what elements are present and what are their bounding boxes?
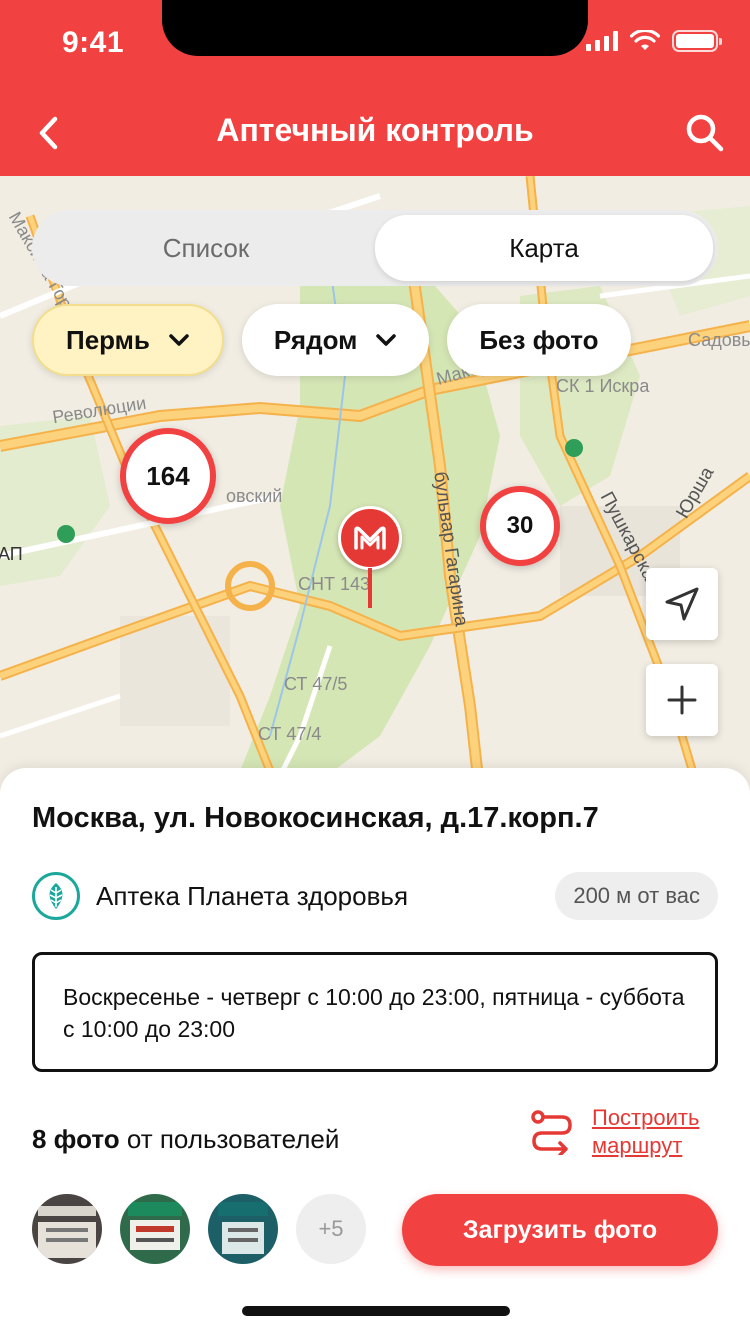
pharmacy-info-row: Аптека Планета здоровья 200 м от вас [32,870,718,922]
route-icon [531,1110,572,1155]
home-indicator [242,1306,510,1316]
zoom-in-icon [667,685,697,715]
search-icon [686,114,724,152]
map-cluster-marker[interactable]: 30 [480,486,560,566]
tab-list[interactable]: Список [37,215,375,281]
user-photos-count: 8 фото от пользователей [32,1124,339,1155]
status-time: 9:41 [62,26,125,59]
device-notch [162,0,588,56]
nearby-filter-chip[interactable]: Рядом [241,304,430,376]
selected-pharmacy-pin[interactable] [338,506,402,616]
pharmacy-logo-icon [32,872,80,920]
location-arrow-icon [665,587,699,621]
wifi-icon [630,30,660,50]
tab-map[interactable]: Карта [375,215,713,281]
no-photo-filter-chip[interactable]: Без фото [447,304,631,376]
distance-badge: 200 м от вас [555,872,718,920]
map-label-poi: СТ 47/4 [258,724,322,744]
view-toggle: Список Карта [32,210,718,286]
search-button[interactable] [682,110,728,156]
photos-suffix: от пользователей [119,1124,340,1154]
more-photos-indicator[interactable]: +5 [296,1194,366,1264]
map-view[interactable]: Революции Максима Гор Макар Садовы СК 1 … [0,176,750,796]
pharmacy-details-sheet: Москва, ул. Новокосинская, д.17.корп.7 А… [0,768,750,1334]
photo-thumbnail[interactable] [32,1194,102,1264]
map-cluster-marker[interactable]: 164 [120,428,216,524]
no-photo-filter-label: Без фото [479,324,599,355]
photo-thumbnails: +5 [32,1194,366,1264]
map-label-poi: СТ 47/5 [284,674,348,694]
photos-count: 8 фото [32,1124,120,1154]
chevron-down-icon [169,334,189,346]
page-title: Аптечный контроль [216,112,534,148]
map-label-poi: АП [0,544,23,564]
photo-thumbnail[interactable] [208,1194,278,1264]
status-icons [586,30,722,52]
opening-hours: Воскресенье - четверг с 10:00 до 23:00, … [32,952,718,1072]
battery-icon [672,30,722,52]
zoom-in-button[interactable] [646,664,718,736]
my-location-button[interactable] [646,568,718,640]
upload-photo-button[interactable]: Загрузить фото [402,1194,718,1266]
app-header: 9:41 Аптечный контроль [0,0,750,176]
photo-thumbnail[interactable] [120,1194,190,1264]
build-route-link[interactable]: Построить маршрут [530,1104,699,1160]
pharmacy-name: Аптека Планета здоровья [96,880,409,911]
city-filter-chip[interactable]: Пермь [32,304,224,376]
map-label-poi: СК 1 Искра [556,376,650,396]
pharmacy-m-icon [354,526,386,550]
route-link-line2: маршрут [592,1133,683,1158]
city-filter-label: Пермь [66,324,150,355]
route-link-line1: Построить [592,1105,700,1130]
filter-bar: Пермь Рядом Без фото [32,304,631,376]
map-label-district: овский [226,486,283,506]
chevron-down-icon [376,334,397,346]
cellular-signal-icon [586,31,618,51]
pharmacy-address: Москва, ул. Новокосинская, д.17.корп.7 [32,802,599,834]
nearby-filter-label: Рядом [273,324,358,355]
map-label-street: Садовы [688,330,750,350]
